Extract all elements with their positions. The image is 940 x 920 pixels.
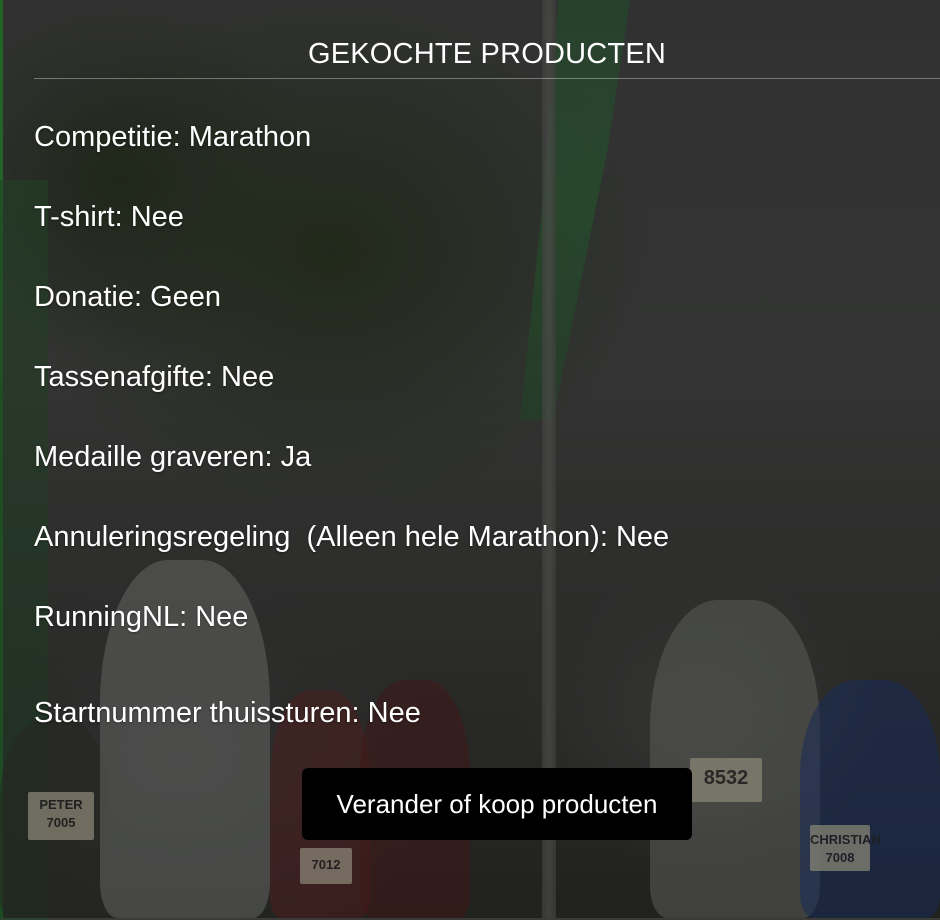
- product-label: T-shirt: [34, 201, 115, 233]
- product-value: Nee: [615, 521, 670, 553]
- product-label: Annuleringsregeling (Alleen hele Maratho…: [34, 521, 600, 553]
- product-item-startnummer-thuissturen: Startnummer thuissturen: Nee: [34, 697, 421, 729]
- product-item-competitie: Competitie: Marathon: [34, 121, 312, 153]
- product-label: Competitie: [34, 121, 173, 153]
- panel-title: GEKOCHTE PRODUCTEN: [307, 38, 667, 70]
- product-value: Geen: [150, 281, 222, 313]
- product-value: Nee: [195, 601, 249, 633]
- product-label: RunningNL: [34, 601, 180, 633]
- product-item-donatie: Donatie: Geen: [34, 281, 222, 313]
- product-label: Tassenafgifte: [34, 361, 205, 393]
- product-label: Medaille graveren: [34, 441, 265, 473]
- purchased-products-panel: GEKOCHTE PRODUCTEN Competitie: Marathon …: [0, 0, 940, 918]
- product-value: Ja: [280, 441, 312, 473]
- product-item-medaille-graveren: Medaille graveren: Ja: [34, 441, 312, 473]
- product-value: Marathon: [188, 121, 312, 153]
- product-item-tshirt: T-shirt: Nee: [34, 201, 184, 233]
- product-label: Donatie: [34, 281, 134, 313]
- product-item-annuleringsregeling: Annuleringsregeling (Alleen hele Maratho…: [34, 521, 670, 553]
- title-divider: [34, 78, 940, 79]
- product-label: Startnummer thuissturen: [34, 697, 352, 729]
- product-value: Nee: [130, 201, 184, 233]
- product-item-tassenafgifte: Tassenafgifte: Nee: [34, 361, 275, 393]
- product-value: Nee: [367, 697, 421, 729]
- product-value: Nee: [221, 361, 275, 393]
- product-item-runningnl: RunningNL: Nee: [34, 601, 249, 633]
- change-or-buy-products-button[interactable]: Verander of koop producten: [302, 768, 692, 840]
